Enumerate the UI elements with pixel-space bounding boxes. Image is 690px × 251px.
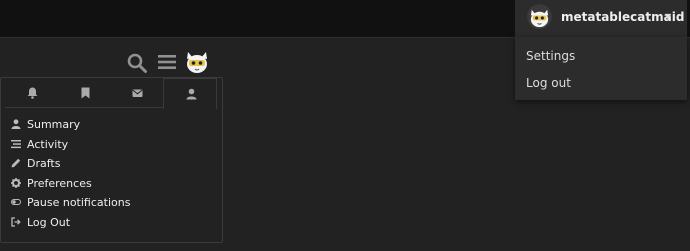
cat-avatar-icon[interactable] [185,50,209,74]
menu-item-pause-notifications[interactable]: Pause notifications [11,193,130,211]
tab-bookmarks[interactable] [58,78,112,108]
quick-access-panel: Summary Activity Drafts Preferences Paus… [0,77,223,243]
quick-access-tabs [1,78,222,109]
envelope-icon [132,89,143,97]
menu-item-drafts[interactable]: Drafts [11,154,60,172]
menu-item-label: Summary [27,117,81,131]
logout-menu-item[interactable]: Log out [526,76,571,90]
tab-notifications[interactable] [5,78,59,108]
menu-item-label: Preferences [27,176,92,190]
user-avatar [527,4,552,29]
cog-icon [11,178,21,188]
menu-item-activity[interactable]: Activity [11,135,68,153]
bookmark-icon [81,87,90,99]
menu-item-label: Pause notifications [27,195,131,209]
search-icon[interactable] [126,52,148,74]
settings-menu-item[interactable]: Settings [526,49,575,63]
user-menu-trigger[interactable]: metatablecatmaid ▼ [515,0,687,37]
top-bar: metatablecatmaid ▼ [0,0,690,38]
tab-profile[interactable] [163,78,217,109]
bell-icon [27,87,38,99]
user-icon [11,119,21,129]
caret-down-icon: ▼ [665,12,672,21]
user-dropdown: Settings Log out [515,37,687,100]
menu-item-label: Activity [27,137,69,151]
stream-icon [11,140,21,149]
menu-item-summary[interactable]: Summary [11,115,80,133]
menu-item-log-out[interactable]: Log Out [11,213,70,231]
menu-item-preferences[interactable]: Preferences [11,174,92,192]
hamburger-menu-icon[interactable] [158,53,176,71]
menu-item-label: Log Out [27,215,71,229]
pencil-icon [11,158,21,168]
sign-out-icon [11,217,21,227]
toggle-icon [11,199,21,205]
user-icon [186,88,197,100]
menu-item-label: Drafts [27,156,61,170]
tab-messages[interactable] [110,78,164,108]
